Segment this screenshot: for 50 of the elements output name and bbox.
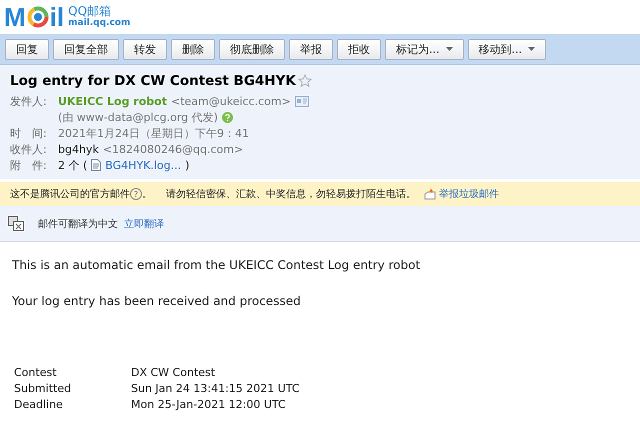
warning-text: 。 xyxy=(142,188,152,201)
caret-icon xyxy=(446,47,452,51)
toolbar-button[interactable]: 举报 xyxy=(289,38,333,60)
toolbar-button[interactable]: 拒收 xyxy=(337,38,381,60)
toolbar-button[interactable]: 转发 xyxy=(123,38,167,60)
help-icon[interactable]: ? xyxy=(130,188,142,200)
contact-card-icon[interactable] xyxy=(294,96,309,106)
file-icon xyxy=(91,159,102,171)
table-cell-text: Deadline xyxy=(13,396,64,412)
translate-text: 邮件可翻译为中文 xyxy=(38,218,118,230)
logo-title: QQ邮箱 xyxy=(68,5,112,17)
caret-icon xyxy=(528,47,535,51)
attachment-link[interactable]: BG4HYK.log... xyxy=(105,158,182,172)
report-icon xyxy=(424,188,436,200)
warning-advice: 请勿轻信密保、汇款、中奖信息，勿轻易拨打陌生电话。 xyxy=(166,188,416,201)
logo-ring-icon xyxy=(26,6,49,28)
field-label: 时 间: xyxy=(10,126,48,140)
toolbar-button[interactable]: 彻底删除 xyxy=(219,38,285,60)
table-cell-text: DX CW Contest xyxy=(130,364,216,380)
logo-text: il xyxy=(50,4,64,30)
table-cell-text: Contest xyxy=(13,364,58,380)
field-label: 附 件: xyxy=(10,158,48,172)
body-paragraph: This is an automatic email from the UKEICC Contest Log entry robot xyxy=(12,258,422,272)
logo-domain: mail.qq.com xyxy=(68,17,130,29)
sender-via: (由 www-data@plcg.org 代发) xyxy=(58,110,218,124)
field-label: 发件人: xyxy=(10,94,48,108)
table-cell-text: Mon 25-Jan-2021 12:00 UTC xyxy=(130,396,287,412)
star-icon[interactable] xyxy=(298,74,312,88)
toolbar-button[interactable]: 回复全部 xyxy=(53,38,119,60)
translate-link[interactable]: 立即翻译 xyxy=(124,216,164,230)
toolbar-button[interactable]: 删除 xyxy=(171,38,215,60)
warning-text: 这不是腾讯公司的官方邮件 xyxy=(10,188,130,201)
help-icon[interactable] xyxy=(222,112,233,122)
sender-email: <team@ukeicc.com> xyxy=(170,94,291,108)
attachment-count: 2 个 ( xyxy=(58,158,88,172)
recipient-name[interactable]: bg4hyk xyxy=(58,142,99,156)
sent-time: 2021年1月24日（星期日）下午9：41 xyxy=(58,126,249,140)
mail-subject: Log entry for DX CW Contest BG4HYK xyxy=(10,73,296,89)
toolbar-button[interactable]: 回复 xyxy=(5,38,49,60)
body-paragraph: Your log entry has been received and processed xyxy=(12,294,302,308)
logo-text: M xyxy=(4,4,26,30)
translate-icon[interactable] xyxy=(8,216,24,231)
dropdown-button[interactable]: 标记为... xyxy=(385,38,464,60)
recipient-email: <1824080246@qq.com> xyxy=(102,142,244,156)
report-spam-link[interactable]: 举报垃圾邮件 xyxy=(439,187,499,201)
attachment-close: ) xyxy=(185,158,190,172)
table-cell-text: Sun Jan 24 13:41:15 2021 UTC xyxy=(130,380,301,396)
table-cell-text: Submitted xyxy=(13,380,72,396)
field-label: 收件人: xyxy=(10,142,48,156)
dropdown-button[interactable]: 移动到... xyxy=(468,38,546,60)
